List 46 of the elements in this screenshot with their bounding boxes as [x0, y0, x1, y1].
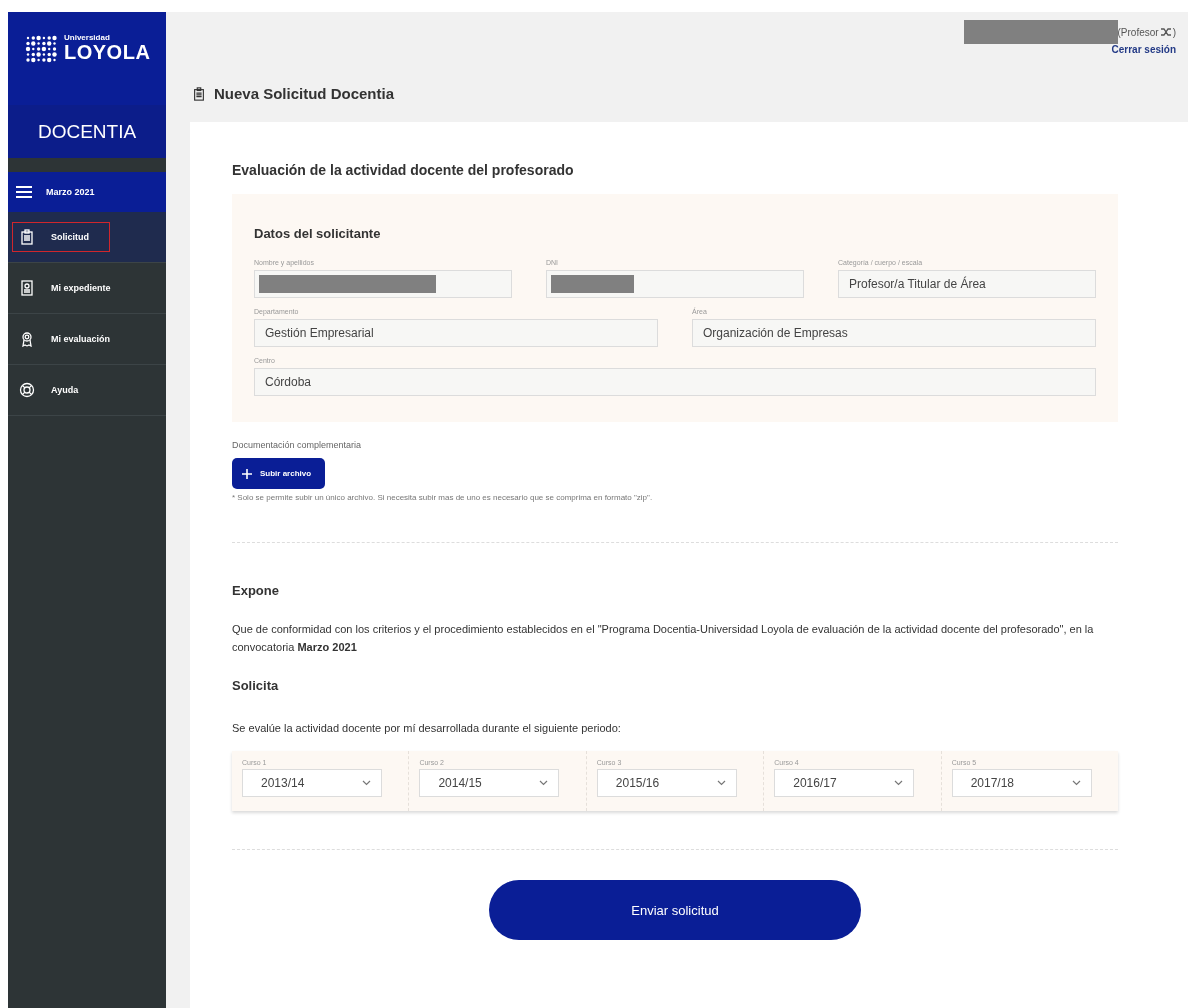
user-role: (Profesor ) [1117, 26, 1176, 38]
chevron-down-icon [539, 780, 549, 786]
chevron-down-icon [716, 780, 726, 786]
upload-note: * Solo se permite subir un único archivo. Si necesita subir mas de uno es necesario que se comprima en formato "zip". [232, 493, 654, 502]
upload-button[interactable]: Subir archivo [232, 458, 326, 489]
lifebuoy-icon [19, 382, 35, 398]
logo-subtitle: Universidad [64, 34, 111, 42]
page-title: Nueva Solicitud Docentia [214, 85, 395, 102]
shuffle-icon[interactable] [1160, 28, 1171, 36]
solicita-text: Se evalúe la actividad docente por mí desarrollada durante el siguiente periodo: [232, 721, 622, 736]
section-title: Evaluación de la actividad docente del profesorado [232, 162, 575, 178]
chevron-down-icon [1071, 780, 1081, 786]
nav-item[interactable]: Ayuda [12, 375, 100, 405]
clipboard-icon [19, 229, 35, 245]
menu-icon[interactable] [16, 185, 32, 199]
logout-link[interactable]: Cerrar sesión [1111, 44, 1176, 55]
submit-button[interactable]: Enviar solicitud [489, 880, 861, 940]
nav-item[interactable]: Mi expediente [12, 273, 132, 303]
input-field[interactable]: Gestión Empresarial [254, 319, 658, 347]
course-select[interactable]: 2017/18 [951, 769, 1092, 797]
input-field[interactable] [546, 270, 804, 298]
plus-icon [242, 468, 252, 479]
logo-globe-icon [24, 34, 58, 64]
logo-title: LOYOLA [64, 42, 151, 62]
app-name: DOCENTIA [8, 105, 166, 158]
input-field[interactable]: Organización de Empresas [692, 319, 1096, 347]
course-select[interactable]: 2014/15 [419, 769, 560, 797]
nav-item[interactable]: Mi evaluación [12, 324, 132, 354]
period-label: Marzo 2021 [46, 187, 95, 197]
input-field[interactable] [254, 270, 512, 298]
award-icon [19, 331, 35, 347]
documents-label: Documentación complementaria [232, 440, 363, 450]
input-field[interactable]: Córdoba [254, 368, 1096, 396]
expone-title: Expone [232, 583, 280, 598]
chevron-down-icon [362, 780, 371, 786]
expone-text: Que de conformidad con los criterios y el procedimiento establecidos en el "Programa Docentia-Universidad Loyola de evaluación de la actividad docente del profesorado", en la convocatoria Marzo 2021 [232, 622, 1095, 655]
nav-item[interactable]: Solicitud [12, 222, 110, 252]
chevron-down-icon [894, 780, 904, 786]
course-select[interactable]: 2016/17 [774, 769, 915, 797]
input-field[interactable]: Profesor/a Titular de Área [838, 270, 1096, 298]
course-select[interactable]: 2015/16 [596, 769, 737, 797]
course-select[interactable]: 2013/14 [242, 769, 382, 797]
id-card-icon [19, 280, 35, 296]
clipboard-icon [192, 85, 206, 102]
panel-title: Datos del solicitante [254, 226, 382, 241]
solicita-title: Solicita [232, 678, 280, 693]
